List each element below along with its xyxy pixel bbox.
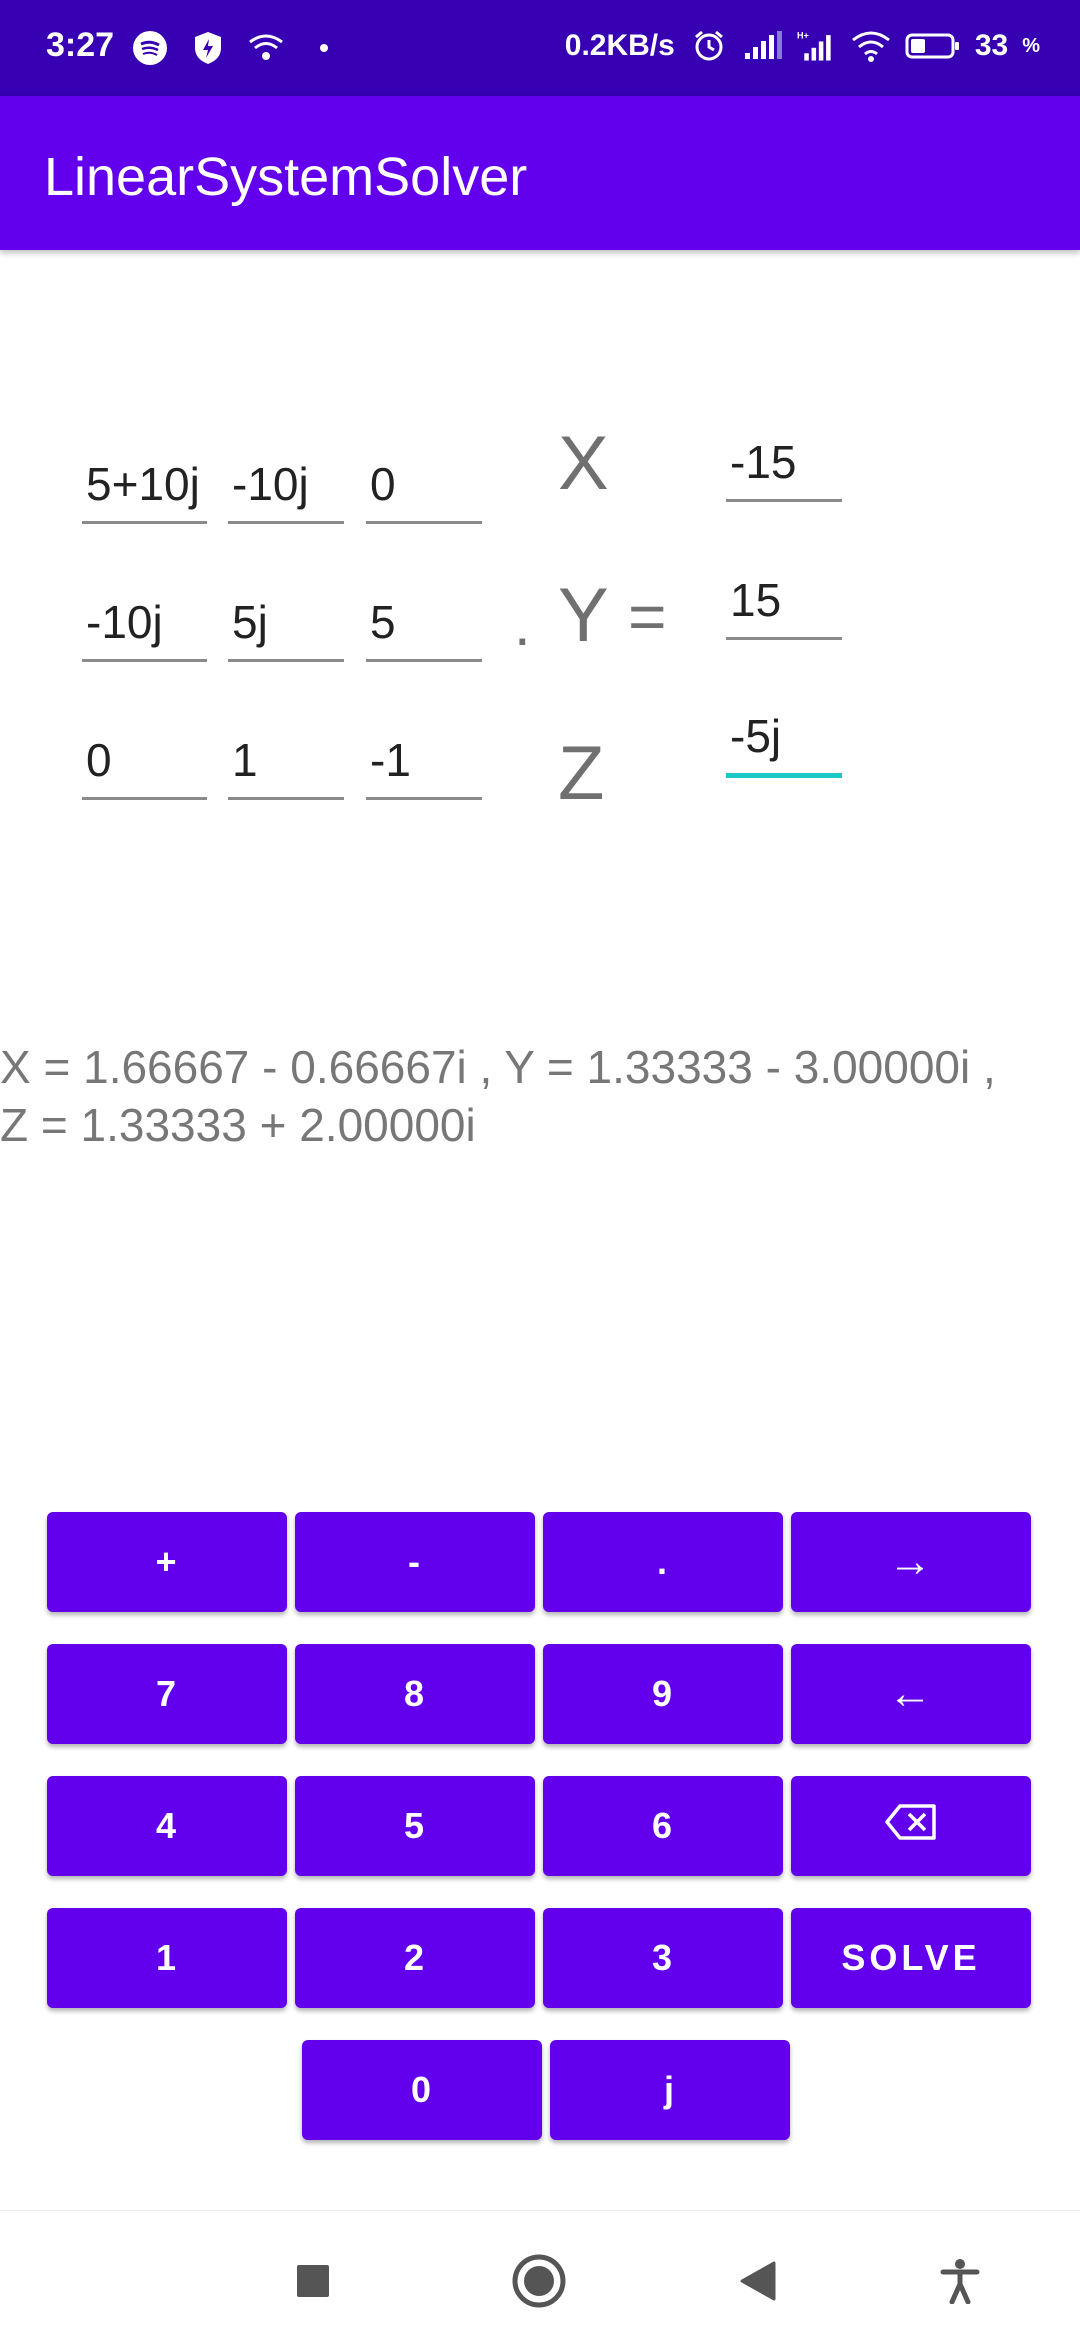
matrix-cell-r0c1[interactable]: -10j xyxy=(228,446,344,524)
shield-icon xyxy=(188,28,228,68)
alarm-icon xyxy=(689,26,729,66)
key-6[interactable]: 6 xyxy=(543,1776,783,1876)
matrix-cell-r1c2[interactable]: 5 xyxy=(366,584,482,662)
signal-icon xyxy=(743,26,783,66)
backspace-icon xyxy=(884,1803,938,1850)
matrix-cell-r0c0[interactable]: 5+10j xyxy=(82,446,207,524)
matrix-cell-r2c2[interactable]: -1 xyxy=(366,722,482,800)
key-j[interactable]: j xyxy=(550,2040,790,2140)
svg-text:H+: H+ xyxy=(797,31,809,41)
key-5[interactable]: 5 xyxy=(295,1776,535,1876)
key-backspace[interactable] xyxy=(791,1776,1031,1876)
rhs-cell-2[interactable]: -5j xyxy=(726,700,842,778)
net-speed: 0.2KB/s xyxy=(564,29,675,62)
solve-button[interactable]: SOLVE xyxy=(791,1908,1031,2008)
status-time: 3:27 xyxy=(46,26,115,64)
key-1[interactable]: 1 xyxy=(47,1908,287,2008)
accessibility-icon[interactable] xyxy=(930,2251,990,2311)
dot-icon xyxy=(304,28,344,68)
key-7[interactable]: 7 xyxy=(47,1644,287,1744)
wifi-call-icon xyxy=(246,28,286,68)
key-0[interactable]: 0 xyxy=(302,2040,542,2140)
matrix-cell-r0c2[interactable]: 0 xyxy=(366,446,482,524)
result-line-1: X = 1.66667 - 0.66667i , Y = 1.33333 - 3… xyxy=(0,1041,996,1093)
battery-unit: % xyxy=(1022,34,1040,57)
rhs-cell-0[interactable]: -15 xyxy=(726,424,842,502)
var-z-label: Z xyxy=(558,731,605,816)
result-text: X = 1.66667 - 0.66667i , Y = 1.33333 - 3… xyxy=(0,1038,1080,1154)
key-dot[interactable]: . xyxy=(543,1512,783,1612)
signal-hplus-icon: H+ xyxy=(797,26,837,66)
spotify-icon xyxy=(130,28,170,68)
key-8[interactable]: 8 xyxy=(295,1644,535,1744)
key-4[interactable]: 4 xyxy=(47,1776,287,1876)
key-plus[interactable]: + xyxy=(47,1512,287,1612)
key-9[interactable]: 9 xyxy=(543,1644,783,1744)
key-left-arrow[interactable]: ← xyxy=(791,1644,1031,1744)
equals-sign: = xyxy=(628,579,667,653)
status-right: 0.2KB/s H+ 33 % xyxy=(565,26,1040,66)
multiply-dot: . xyxy=(514,591,531,658)
nav-bar xyxy=(0,2210,1080,2340)
rhs-cell-1[interactable]: 15 xyxy=(726,562,842,640)
battery-icon xyxy=(905,26,961,66)
app-bar: LinearSystemSolver xyxy=(0,96,1080,250)
key-right-arrow[interactable]: → xyxy=(791,1512,1031,1612)
wifi-icon xyxy=(851,26,891,66)
var-y-label: Y xyxy=(558,573,609,658)
screen: 3:27 0.2KB/s H+ 33 % LinearSystemSolver … xyxy=(0,0,1080,2340)
status-left-icons xyxy=(130,28,344,68)
var-x-label: X xyxy=(558,421,609,506)
battery-level: 33 xyxy=(974,29,1009,62)
matrix-cell-r2c0[interactable]: 0 xyxy=(82,722,207,800)
app-title: LinearSystemSolver xyxy=(44,147,528,207)
matrix-cell-r2c1[interactable]: 1 xyxy=(228,722,344,800)
recents-square-icon[interactable] xyxy=(283,2251,343,2311)
home-circle-icon[interactable] xyxy=(509,2251,569,2311)
matrix-cell-r1c1[interactable]: 5j xyxy=(228,584,344,662)
key-minus[interactable]: - xyxy=(295,1512,535,1612)
key-2[interactable]: 2 xyxy=(295,1908,535,2008)
result-line-2: Z = 1.33333 + 2.00000i xyxy=(0,1099,476,1151)
key-3[interactable]: 3 xyxy=(543,1908,783,2008)
matrix-cell-r1c0[interactable]: -10j xyxy=(82,584,207,662)
back-triangle-icon[interactable] xyxy=(728,2251,788,2311)
status-bar: 3:27 0.2KB/s H+ 33 % xyxy=(0,0,1080,96)
